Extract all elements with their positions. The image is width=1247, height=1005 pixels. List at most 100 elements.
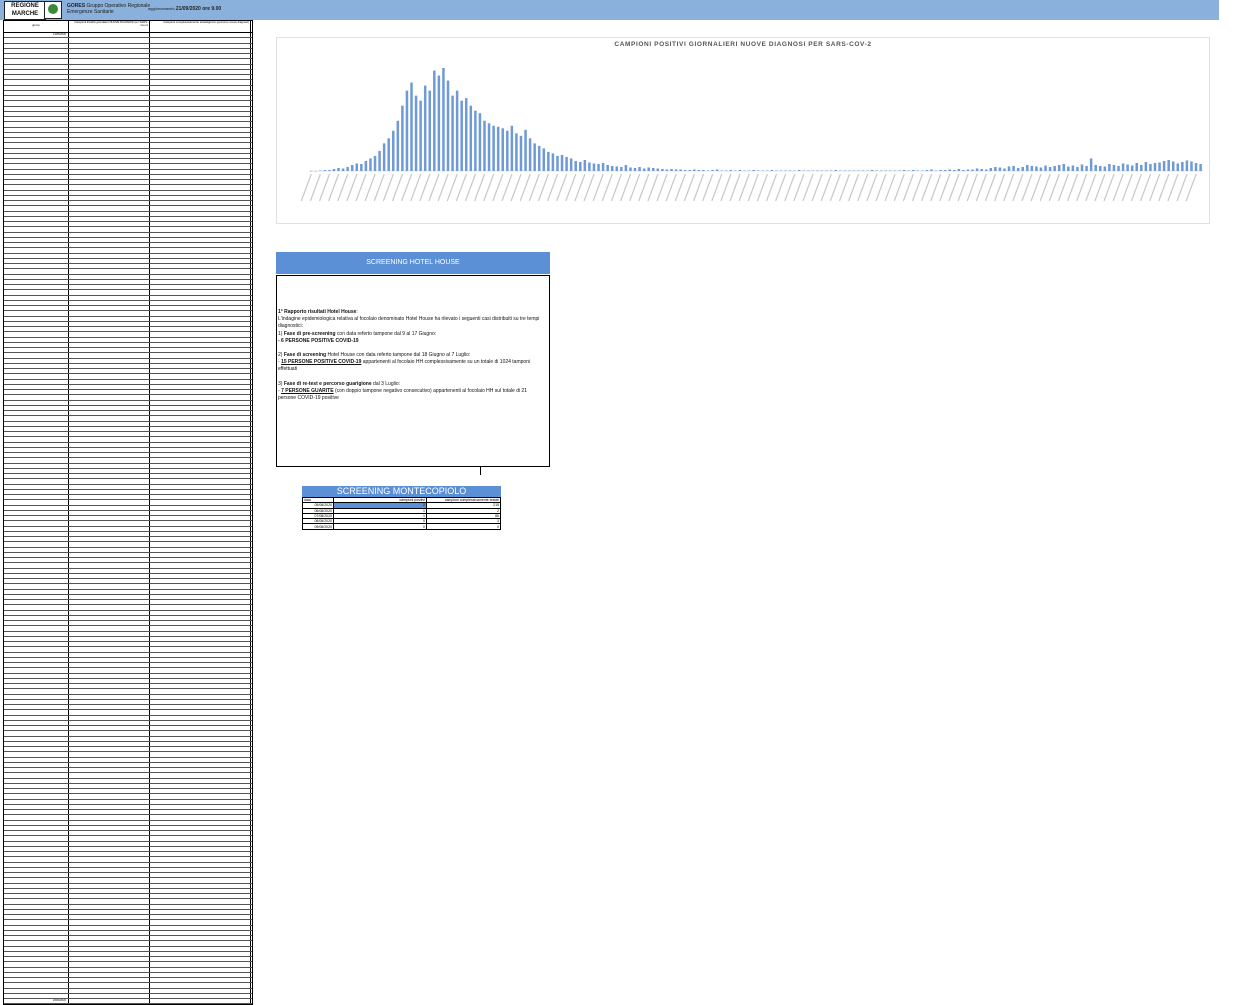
table-cell	[4, 569, 69, 573]
table-cell	[4, 590, 69, 594]
x-tick-label	[493, 174, 503, 201]
table-cell	[69, 605, 150, 609]
hh-phase3-result: - 7 PERSONE GUARITE (con doppio tampone …	[278, 388, 546, 402]
table-cell	[69, 285, 150, 289]
table-cell	[69, 59, 150, 63]
chart-bar	[342, 168, 345, 171]
table-cell	[69, 406, 150, 410]
org-subtitle2: Emergenze Sanitarie	[67, 9, 114, 15]
table-cell	[4, 38, 69, 42]
chart-bar	[606, 165, 609, 171]
table-cell	[4, 920, 69, 924]
table-cell	[69, 96, 150, 100]
table-cell	[69, 70, 150, 74]
chart-bar	[789, 170, 792, 171]
table-cell	[4, 122, 69, 126]
table-cell	[150, 437, 251, 441]
table-cell	[4, 747, 69, 751]
table-cell	[150, 490, 251, 494]
x-tick-label	[1177, 174, 1187, 201]
table-cell	[4, 821, 69, 825]
chart-bar	[958, 169, 961, 171]
table-cell	[150, 616, 251, 620]
table-cell	[69, 579, 150, 583]
chart-bar	[994, 167, 997, 171]
table-cell	[4, 805, 69, 809]
table-cell	[4, 605, 69, 609]
x-tick-label	[1086, 174, 1096, 201]
table-cell	[150, 170, 251, 174]
table-cell	[69, 133, 150, 137]
chart-bar	[725, 170, 728, 171]
table-cell	[69, 842, 150, 846]
table-cell	[4, 49, 69, 53]
chart-bar	[834, 170, 837, 171]
table-cell	[69, 212, 150, 216]
table-cell	[69, 101, 150, 105]
table-cell	[150, 201, 251, 205]
chart-bar	[971, 169, 974, 171]
table-cell	[4, 380, 69, 384]
table-cell	[69, 254, 150, 258]
table-cell	[150, 542, 251, 546]
table-cell	[69, 275, 150, 279]
chart-bar	[634, 168, 637, 171]
table-cell	[4, 217, 69, 221]
chart-bar	[1190, 161, 1193, 171]
table-cell	[4, 637, 69, 641]
x-tick-label	[420, 174, 430, 201]
table-cell	[4, 196, 69, 200]
table-cell	[4, 763, 69, 767]
x-tick-label	[703, 174, 713, 201]
hotel-house-text: 1° Rapporto risultati Hotel House: L'ind…	[278, 309, 546, 402]
table-cell	[4, 516, 69, 520]
table-cell	[4, 983, 69, 987]
table-cell	[150, 348, 251, 352]
table-cell	[69, 779, 150, 783]
table-cell	[69, 773, 150, 777]
x-tick-label	[867, 174, 877, 201]
chart-bar	[990, 168, 993, 171]
chart-bar	[857, 170, 860, 171]
table-cell	[150, 212, 251, 216]
table-cell	[4, 810, 69, 814]
chart-bar	[657, 168, 660, 171]
chart-bar	[1181, 162, 1184, 171]
chart-bar	[917, 170, 920, 171]
table-cell	[150, 500, 251, 504]
table-cell	[150, 206, 251, 210]
table-cell	[150, 285, 251, 289]
chart-bar	[1131, 165, 1134, 171]
chart-bar	[579, 162, 582, 171]
table-cell	[4, 469, 69, 473]
table-cell	[69, 679, 150, 683]
table-cell	[150, 626, 251, 630]
table-cell	[4, 548, 69, 552]
table-cell	[69, 54, 150, 58]
table-cell	[150, 962, 251, 966]
table-cell	[4, 784, 69, 788]
montecopiolo-title: SCREENING MONTECOPIOLO	[302, 486, 501, 497]
x-tick-label	[566, 174, 576, 201]
table-cell	[69, 968, 150, 972]
table-cell	[4, 857, 69, 861]
table-cell	[150, 920, 251, 924]
chart-bar	[392, 131, 395, 171]
chart-bar	[419, 101, 422, 171]
table-cell	[150, 889, 251, 893]
table-cell	[69, 989, 150, 993]
table-cell	[69, 91, 150, 95]
table-cell	[150, 338, 251, 342]
table-cell	[69, 259, 150, 263]
table-cell	[150, 248, 251, 252]
table-cell	[69, 243, 150, 247]
table-cell	[150, 910, 251, 914]
table-cell	[4, 542, 69, 546]
table-cell	[150, 290, 251, 294]
table-cell	[69, 994, 150, 998]
table-cell	[4, 191, 69, 195]
table-cell	[4, 107, 69, 111]
x-tick-label	[940, 174, 950, 201]
table-cell	[69, 206, 150, 210]
table-cell	[150, 941, 251, 945]
